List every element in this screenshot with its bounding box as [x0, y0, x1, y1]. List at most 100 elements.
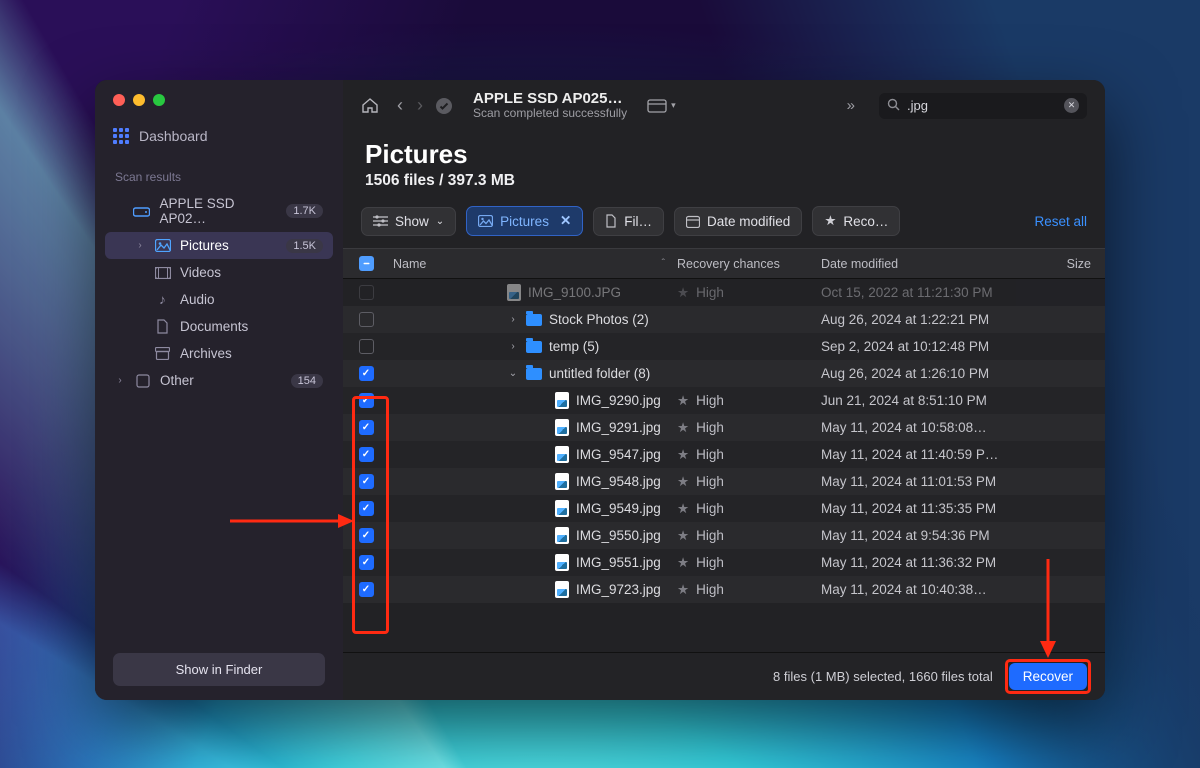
selection-status: 8 files (1 MB) selected, 1660 files tota…: [773, 669, 993, 684]
table-row[interactable]: ⌄untitled folder (8)Aug 26, 2024 at 1:26…: [343, 360, 1105, 387]
search-field[interactable]: .jpg ✕: [879, 93, 1087, 119]
chevron-right-icon: ›: [135, 240, 145, 251]
row-date: Oct 15, 2022 at 11:21:30 PM: [821, 285, 1051, 300]
show-in-finder-button[interactable]: Show in Finder: [113, 653, 325, 686]
filter-label: Pictures: [500, 214, 549, 229]
chevron-down-icon[interactable]: ⌄: [507, 368, 519, 379]
sidebar-item-badge: 1.5K: [286, 239, 323, 253]
chevron-right-icon[interactable]: ›: [507, 314, 519, 325]
star-icon: ★: [677, 393, 689, 409]
row-checkbox[interactable]: [359, 501, 374, 516]
recover-button[interactable]: Recover: [1009, 663, 1087, 690]
row-checkbox[interactable]: [359, 582, 374, 597]
close-window-button[interactable]: [113, 94, 125, 106]
row-checkbox[interactable]: [359, 285, 374, 300]
row-checkbox[interactable]: [359, 474, 374, 489]
clear-search-button[interactable]: ✕: [1064, 98, 1079, 113]
row-name: IMG_9291.jpg: [576, 420, 661, 435]
table-row[interactable]: IMG_9547.jpg★HighMay 11, 2024 at 11:40:5…: [343, 441, 1105, 468]
row-checkbox[interactable]: [359, 312, 374, 327]
filter-recovery-chance[interactable]: ★ Reco…: [812, 206, 900, 236]
sidebar-item-pictures[interactable]: › Pictures 1.5K: [105, 232, 333, 259]
sidebar-item-videos[interactable]: Videos: [105, 259, 333, 286]
table-row[interactable]: IMG_9290.jpg ★ High Jun 21, 2024 at 8:51:10…: [343, 387, 1105, 414]
row-checkbox[interactable]: [359, 420, 374, 435]
nav-forward-button[interactable]: ›: [417, 95, 423, 116]
row-checkbox[interactable]: [359, 447, 374, 462]
folder-icon: [526, 314, 542, 326]
chevron-down-icon: ⌄: [436, 216, 444, 227]
audio-icon: ♪: [154, 292, 171, 307]
footer-bar: 8 files (1 MB) selected, 1660 files tota…: [343, 652, 1105, 700]
column-size[interactable]: Size: [1051, 257, 1091, 271]
filter-label: Reco…: [843, 214, 888, 229]
remove-filter-icon[interactable]: ✕: [560, 213, 571, 229]
chevron-down-icon: ▾: [671, 100, 676, 111]
image-file-icon: [555, 581, 569, 598]
select-all-checkbox[interactable]: [353, 256, 379, 271]
show-filter-button[interactable]: Show ⌄: [361, 207, 456, 236]
archive-icon: [154, 346, 171, 361]
filter-date-modified[interactable]: Date modified: [674, 207, 802, 236]
sidebar-item-label: Other: [160, 373, 194, 388]
table-row[interactable]: IMG_9551.jpg★HighMay 11, 2024 at 11:36:3…: [343, 549, 1105, 576]
video-icon: [154, 265, 171, 280]
filter-label: Fil…: [624, 214, 652, 229]
recovery-chance: High: [696, 393, 724, 408]
scan-status-text: Scan completed successfully: [473, 107, 627, 121]
topbar: ‹ › APPLE SSD AP025… Scan completed succ…: [343, 80, 1105, 125]
nav-back-button[interactable]: ‹: [397, 95, 403, 116]
view-picker[interactable]: ▾: [647, 99, 676, 113]
window-controls: [95, 80, 343, 106]
image-file-icon: [555, 446, 569, 463]
row-name: IMG_9290.jpg: [576, 393, 661, 408]
sidebar-item-archives[interactable]: Archives: [105, 340, 333, 367]
table-row[interactable]: IMG_9723.jpg★HighMay 11, 2024 at 10:40:3…: [343, 576, 1105, 603]
row-checkbox[interactable]: [359, 393, 374, 408]
reset-filters-button[interactable]: Reset all: [1034, 214, 1087, 229]
zoom-window-button[interactable]: [153, 94, 165, 106]
scan-status-icon: [435, 97, 453, 115]
filter-file-type[interactable]: Fil…: [593, 207, 664, 236]
row-name: IMG_9100.JPG: [528, 285, 621, 300]
filter-chip-pictures[interactable]: Pictures ✕: [466, 206, 583, 236]
minimize-window-button[interactable]: [133, 94, 145, 106]
row-checkbox[interactable]: [359, 555, 374, 570]
annotation-arrow-recover: [1033, 559, 1063, 659]
annotation-arrow-left: [230, 512, 355, 530]
row-checkbox[interactable]: [359, 366, 374, 381]
row-date: Jun 21, 2024 at 8:51:10 PM: [821, 393, 1051, 408]
home-button[interactable]: [361, 97, 379, 114]
chevron-right-icon[interactable]: ›: [507, 341, 519, 352]
sidebar-item-documents[interactable]: Documents: [105, 313, 333, 340]
main-panel: ‹ › APPLE SSD AP025… Scan completed succ…: [343, 80, 1105, 700]
column-name[interactable]: Name ˆ: [379, 257, 677, 271]
star-icon: ★: [677, 474, 689, 490]
table-row[interactable]: IMG_9549.jpg★HighMay 11, 2024 at 11:35:3…: [343, 495, 1105, 522]
table-row[interactable]: IMG_9100.JPG★HighOct 15, 2022 at 11:21:3…: [343, 279, 1105, 306]
image-file-icon: [555, 554, 569, 571]
table-row[interactable]: ›Stock Photos (2)Aug 26, 2024 at 1:22:21…: [343, 306, 1105, 333]
star-icon: ★: [677, 285, 689, 301]
recovery-chance: High: [696, 528, 724, 543]
table-row[interactable]: ›temp (5)Sep 2, 2024 at 10:12:48 PM: [343, 333, 1105, 360]
row-checkbox[interactable]: [359, 528, 374, 543]
star-icon: ★: [677, 528, 689, 544]
star-icon: ★: [677, 501, 689, 517]
nav-dashboard[interactable]: Dashboard: [113, 128, 325, 144]
row-checkbox[interactable]: [359, 339, 374, 354]
table-row[interactable]: IMG_9548.jpg★HighMay 11, 2024 at 11:01:5…: [343, 468, 1105, 495]
sidebar-item-audio[interactable]: ♪ Audio: [105, 286, 333, 313]
dashboard-icon: [113, 128, 129, 144]
recovery-chance: High: [696, 582, 724, 597]
overflow-button[interactable]: »: [847, 97, 855, 114]
table-row[interactable]: IMG_9550.jpg★HighMay 11, 2024 at 9:54:36…: [343, 522, 1105, 549]
row-name: untitled folder (8): [549, 366, 650, 381]
table-row[interactable]: IMG_9291.jpg★HighMay 11, 2024 at 10:58:0…: [343, 414, 1105, 441]
column-recovery[interactable]: Recovery chances: [677, 257, 821, 271]
sidebar-item-other[interactable]: › Other 154: [105, 367, 333, 394]
star-icon: ★: [677, 420, 689, 436]
sidebar-item-disk[interactable]: APPLE SSD AP02… 1.7K: [105, 190, 333, 232]
column-date[interactable]: Date modified: [821, 257, 1051, 271]
row-date: May 11, 2024 at 10:40:38…: [821, 582, 1051, 597]
